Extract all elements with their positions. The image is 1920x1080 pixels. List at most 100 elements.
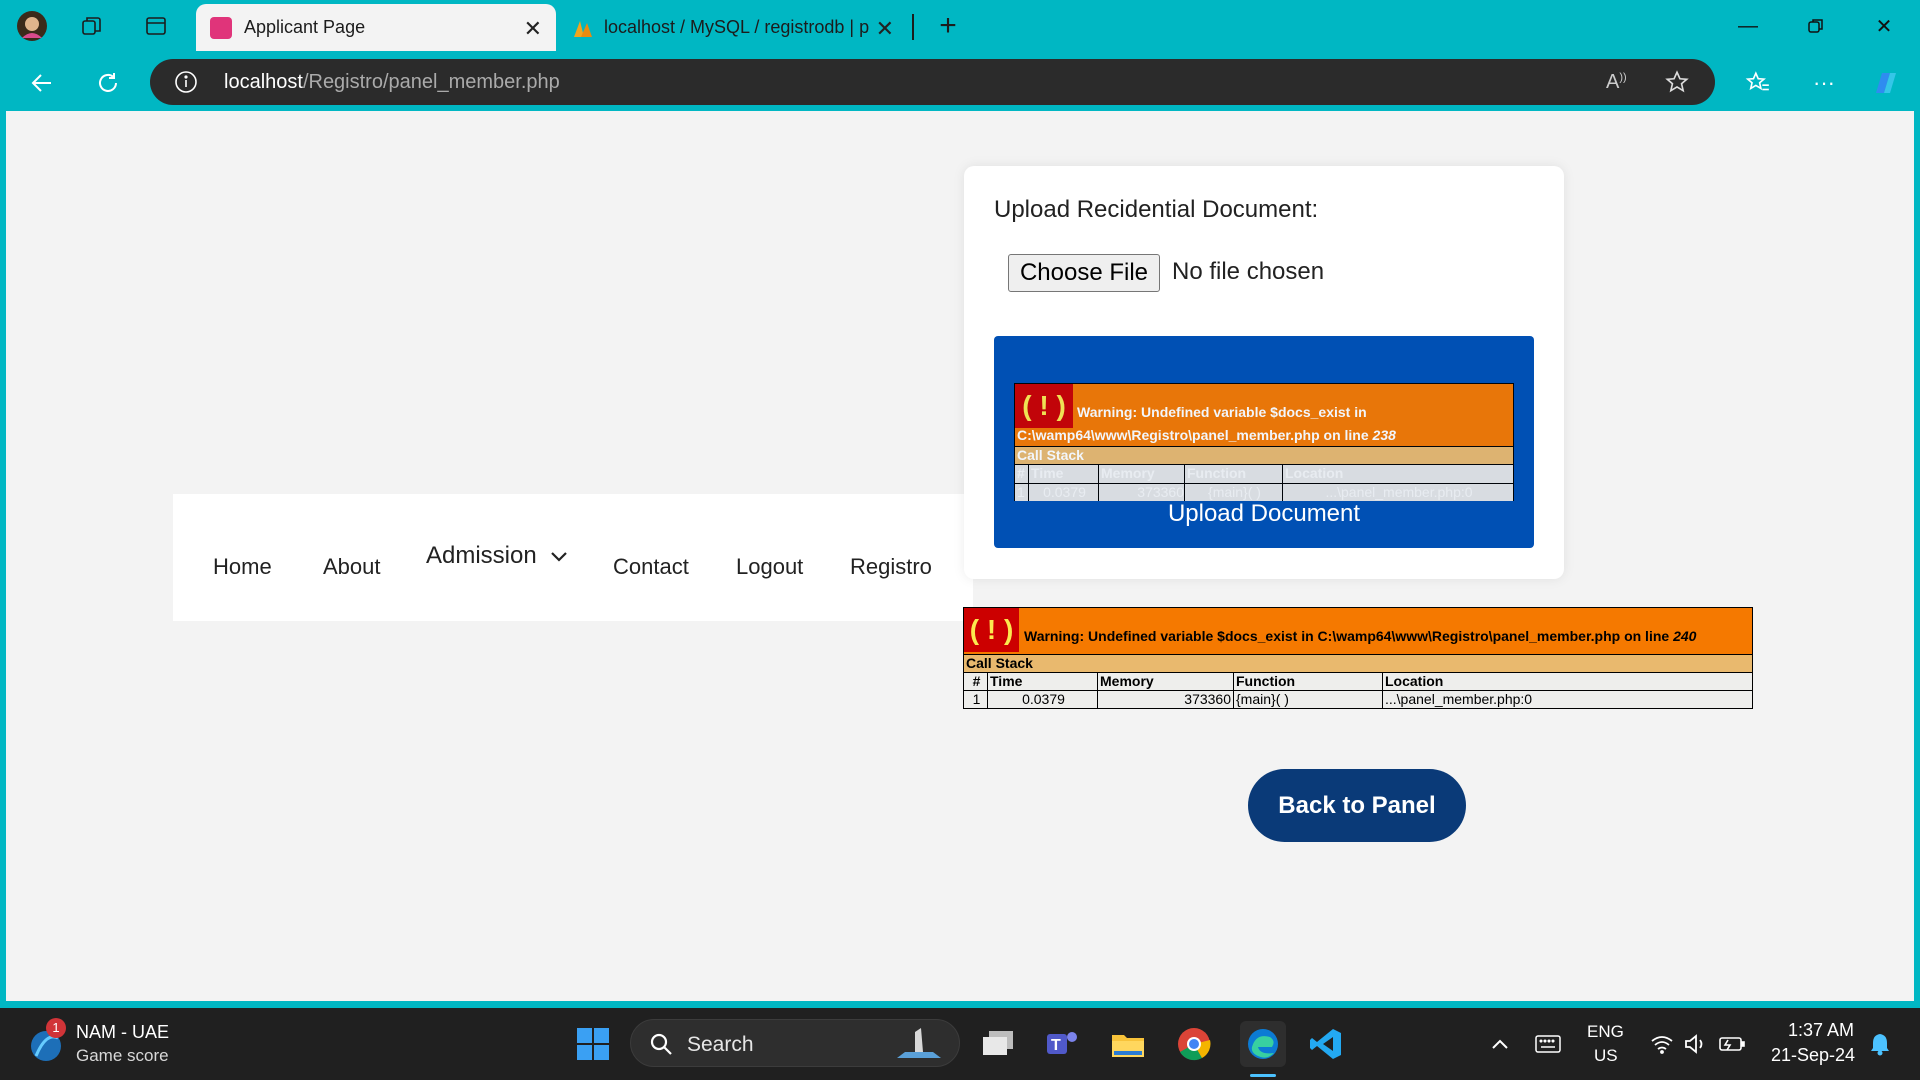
col-memory: Memory <box>1099 465 1185 483</box>
windows-taskbar: 1 NAM - UAE Game score Search T ENG US 1… <box>0 1008 1920 1080</box>
clock-date: 21-Sep-24 <box>1771 1045 1856 1065</box>
tab-actions-icon[interactable] <box>140 10 172 42</box>
col-location: Location <box>1385 673 1444 689</box>
outer-call-stack-row: 1 0.0379 373360 {main}( ) ...\panel_memb… <box>964 690 1752 708</box>
inner-error-message: Warning: Undefined variable $docs_exist … <box>1077 404 1367 420</box>
chevron-up-icon[interactable] <box>1480 1024 1520 1064</box>
outer-error-table: ( ! ) Warning: Undefined variable $docs_… <box>963 607 1753 709</box>
task-view-icon[interactable] <box>978 1024 1018 1064</box>
cell-location: ...\panel_member.php:0 <box>1385 691 1533 707</box>
chrome-icon[interactable] <box>1174 1024 1214 1064</box>
outer-error-line: 240 <box>1673 628 1697 644</box>
browser-address-bar: localhost/Registro/panel_member.php A)) … <box>0 51 1920 111</box>
upload-label: Upload Recidential Document: <box>994 196 1319 223</box>
restore-icon[interactable] <box>1796 10 1836 42</box>
tab-phpmyadmin[interactable]: localhost / MySQL / registrodb | p ✕ <box>558 4 918 51</box>
inner-call-stack-row: 1 0.0379 373360 {main}( ) ...\panel_memb… <box>1015 483 1513 501</box>
language-bottom: US <box>1594 1046 1618 1065</box>
inner-call-stack-label: Call Stack <box>1015 446 1513 464</box>
nav-admission[interactable]: Admission <box>426 542 569 571</box>
cell-num: 1 <box>964 691 988 708</box>
url-host: localhost <box>224 71 303 93</box>
refresh-icon[interactable] <box>90 65 126 101</box>
edge-icon[interactable] <box>1240 1021 1286 1067</box>
col-function: Function <box>1185 465 1283 483</box>
inner-error-table: ( ! ) Warning: Undefined variable $docs_… <box>1014 383 1514 501</box>
clock-time[interactable]: 1:37 AM <box>1788 1020 1854 1041</box>
cell-location: ...\panel_member.php:0 <box>1325 484 1473 500</box>
more-options-icon[interactable]: ··· <box>1806 65 1842 101</box>
vscode-icon[interactable] <box>1306 1024 1346 1064</box>
search-placeholder: Search <box>687 1033 754 1056</box>
taskbar-search-box[interactable]: Search <box>630 1019 960 1067</box>
favorite-star-icon[interactable] <box>1664 69 1690 100</box>
new-tab-icon[interactable]: + <box>932 9 964 42</box>
favorites-icon[interactable] <box>1740 65 1776 101</box>
close-tab-icon[interactable]: ✕ <box>524 16 542 42</box>
cell-time: 0.0379 <box>1029 484 1099 501</box>
search-icon <box>649 1032 673 1061</box>
chevron-down-icon <box>549 543 569 571</box>
choose-file-button[interactable]: Choose File <box>1008 254 1160 292</box>
tab-applicant-page[interactable]: Applicant Page ✕ <box>196 4 556 51</box>
nav-home[interactable]: Home <box>213 554 272 580</box>
error-bang-icon: ( ! ) <box>1015 384 1073 428</box>
outer-call-stack-columns: # Time Memory Function Location <box>964 672 1752 690</box>
notification-bell-icon[interactable] <box>1860 1024 1900 1064</box>
inner-error-header: ( ! ) Warning: Undefined variable $docs_… <box>1015 384 1513 446</box>
copilot-icon[interactable] <box>1868 65 1904 101</box>
teams-icon[interactable]: T <box>1042 1024 1082 1064</box>
inner-error-path-text: C:\wamp64\www\Registro\panel_member.php … <box>1017 427 1369 443</box>
col-num: # <box>964 673 988 690</box>
outer-error-header: ( ! ) Warning: Undefined variable $docs_… <box>964 608 1752 654</box>
back-to-panel-button[interactable]: Back to Panel <box>1248 769 1466 842</box>
page-viewport: Home About Admission Contact Logout Regi… <box>6 111 1914 1001</box>
svg-text:T: T <box>1051 1037 1061 1054</box>
file-status-text: No file chosen <box>1172 258 1325 285</box>
nav-registro[interactable]: Registro <box>850 554 932 580</box>
upload-card: Upload Recidential Document: Choose File… <box>964 166 1564 579</box>
upload-document-button[interactable]: ( ! ) Warning: Undefined variable $docs_… <box>994 336 1534 548</box>
nav-logout[interactable]: Logout <box>736 554 803 580</box>
url-path: /Registro/panel_member.php <box>302 71 560 93</box>
close-window-icon[interactable]: ✕ <box>1864 10 1904 42</box>
minimize-icon[interactable]: — <box>1728 10 1768 42</box>
url-text: localhost/Registro/panel_member.php <box>224 71 560 94</box>
workspaces-icon[interactable] <box>76 10 108 42</box>
col-time: Time <box>988 673 1098 690</box>
back-arrow-icon[interactable] <box>24 65 60 101</box>
cell-memory: 373360 <box>1098 691 1234 708</box>
cell-function: {main}( ) <box>1234 691 1383 708</box>
file-explorer-icon[interactable] <box>1108 1024 1148 1064</box>
widget-badge: 1 <box>46 1018 66 1038</box>
search-highlight-icon <box>893 1026 945 1067</box>
tab-divider <box>912 14 914 40</box>
upload-document-label: Upload Document <box>1167 500 1361 527</box>
col-num: # <box>1015 465 1029 483</box>
battery-icon[interactable] <box>1712 1024 1752 1064</box>
cell-function: {main}( ) <box>1185 484 1283 501</box>
url-bar[interactable]: localhost/Registro/panel_member.php A)) <box>150 59 1715 105</box>
read-aloud-icon[interactable]: A)) <box>1606 71 1627 94</box>
language-top[interactable]: ENG <box>1587 1022 1624 1042</box>
nav-about[interactable]: About <box>323 554 381 580</box>
close-tab-icon[interactable]: ✕ <box>876 16 894 42</box>
tab-label: Applicant Page <box>244 17 366 37</box>
profile-avatar[interactable] <box>16 10 48 42</box>
keyboard-icon[interactable] <box>1528 1024 1568 1064</box>
widget-subtitle: Game score <box>76 1046 169 1065</box>
col-time: Time <box>1029 465 1099 483</box>
browser-tab-bar: Applicant Page ✕ localhost / MySQL / reg… <box>0 0 1920 51</box>
inner-error-line: 238 <box>1372 427 1396 443</box>
site-info-icon[interactable] <box>174 70 198 99</box>
nav-contact[interactable]: Contact <box>613 554 689 580</box>
widget-title[interactable]: NAM - UAE <box>76 1022 169 1043</box>
col-function: Function <box>1234 673 1383 690</box>
cell-num: 1 <box>1015 484 1029 501</box>
active-app-indicator <box>1250 1074 1276 1077</box>
site-navbar: Home About Admission Contact Logout Regi… <box>173 494 973 621</box>
start-icon[interactable] <box>573 1024 613 1064</box>
outer-call-stack-label: Call Stack <box>964 654 1752 672</box>
phpmyadmin-favicon-icon <box>572 17 594 39</box>
volume-icon[interactable] <box>1676 1024 1716 1064</box>
